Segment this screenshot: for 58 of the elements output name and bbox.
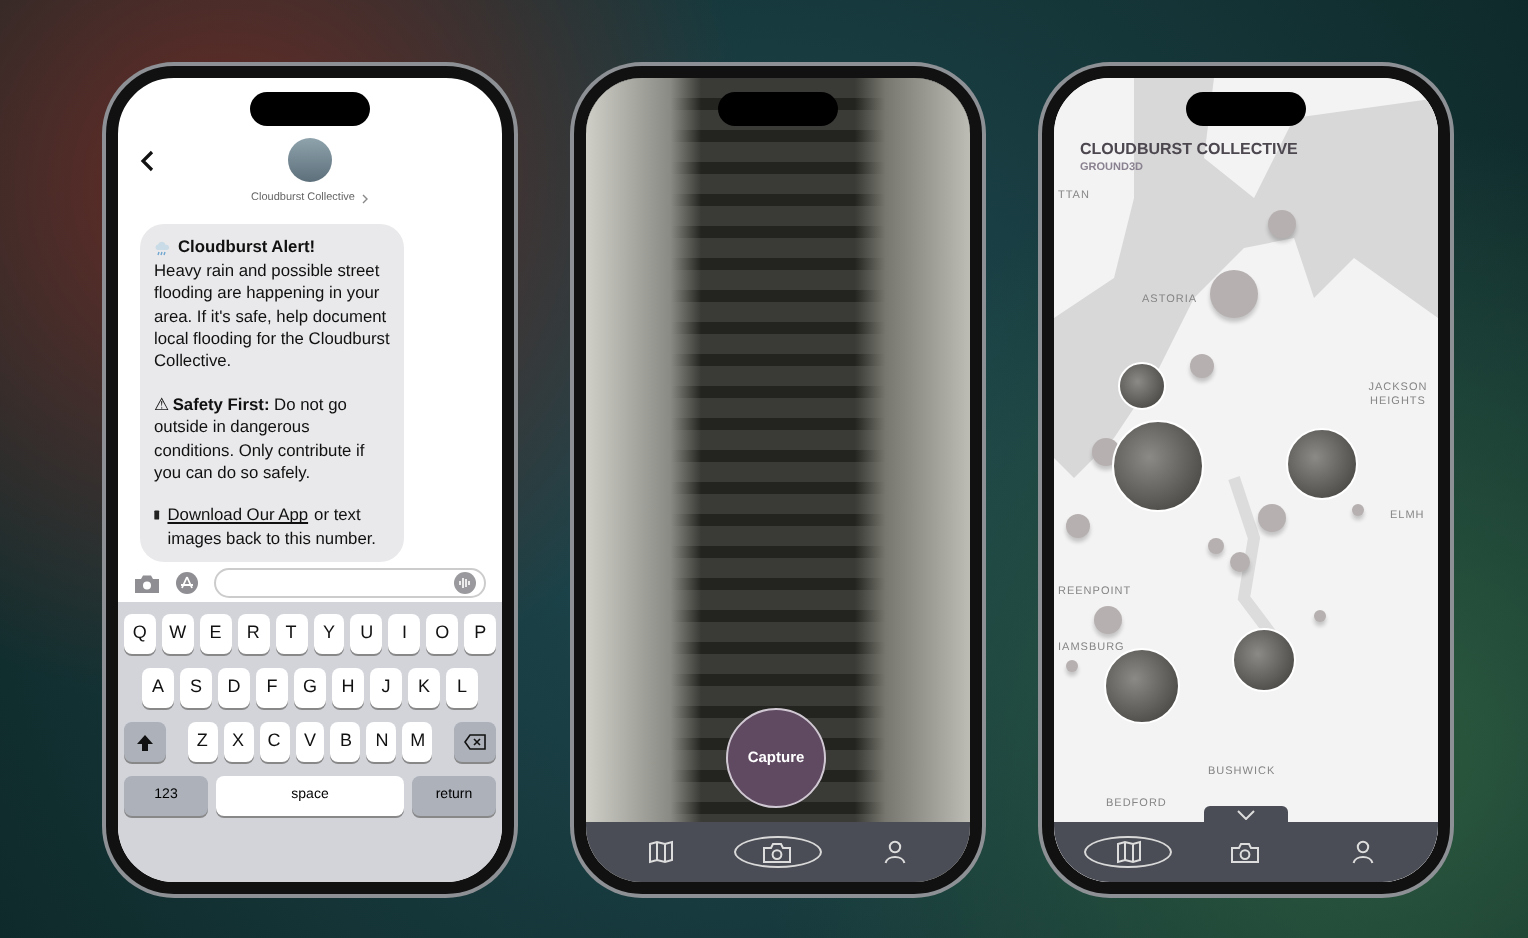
keyboard-key[interactable]: P: [464, 614, 497, 654]
message-text: Download Our App or text images back to this number.: [167, 504, 379, 551]
camera-notch: [250, 92, 370, 126]
keyboard-key[interactable]: C: [259, 722, 290, 762]
safety-text: ⚠ Safety First: Do not go outside in dangerous conditions. Only contribute if you can do so safely.: [154, 393, 367, 485]
camera-icon: [762, 841, 793, 863]
keyboard-key[interactable]: Z: [187, 722, 218, 762]
keyboard-key[interactable]: F: [256, 668, 288, 708]
tab-button[interactable]: [1084, 836, 1173, 868]
camera-icon[interactable]: [134, 573, 160, 593]
keyboard-key[interactable]: L: [446, 668, 478, 708]
download-link[interactable]: Download Our App: [167, 504, 309, 525]
app-store-icon[interactable]: [176, 572, 198, 594]
audio-icon[interactable]: [454, 572, 476, 594]
avatar: [288, 138, 332, 182]
message-text: Heavy rain and possible street flooding are happening in your area. If it's safe, help document local flooding for the Cloudburst Collective.: [154, 259, 390, 374]
keyboard-key[interactable]: I: [388, 614, 421, 654]
keyboard-key[interactable]: X: [223, 722, 254, 762]
keyboard-key[interactable]: A: [142, 668, 174, 708]
keyboard-key[interactable]: Q: [123, 614, 156, 654]
chevron-icon: [362, 193, 369, 204]
keyboard-key[interactable]: K: [408, 668, 440, 708]
keyboard-key[interactable]: R: [237, 614, 270, 654]
keyboard-key[interactable]: H: [332, 668, 364, 708]
keyboard-key[interactable]: E: [199, 614, 232, 654]
keyboard-key[interactable]: O: [426, 614, 459, 654]
backspace-key[interactable]: [454, 722, 496, 762]
person-icon: [884, 840, 907, 864]
alert-title: Cloudburst Alert!: [178, 236, 316, 260]
keyboard-key[interactable]: D: [218, 668, 250, 708]
keyboard-key[interactable]: B: [330, 722, 361, 762]
keyboard-key[interactable]: Y: [313, 614, 345, 654]
keyboard-key[interactable]: S: [180, 668, 212, 708]
camera-icon: [1230, 841, 1261, 863]
keyboard-key[interactable]: N: [366, 722, 397, 762]
phone-icon: [154, 506, 160, 525]
backspace-icon: [464, 734, 487, 750]
keyboard-key[interactable]: J: [370, 668, 402, 708]
message-input[interactable]: [214, 568, 486, 598]
map-icon: [1115, 840, 1142, 864]
cloud-icon: [154, 239, 170, 256]
map-icon: [647, 840, 674, 864]
camera-notch: [1186, 92, 1306, 126]
camera-notch: [718, 92, 838, 126]
keyboard-key[interactable]: W: [161, 614, 194, 654]
keyboard-key[interactable]: V: [295, 722, 325, 762]
keyboard-key[interactable]: T: [275, 614, 307, 654]
person-icon: [1352, 840, 1375, 864]
shift-icon: [135, 733, 154, 751]
shift-key[interactable]: [124, 722, 166, 762]
chevron-down-icon: [1236, 809, 1256, 819]
tab-button[interactable]: [733, 836, 822, 868]
keyboard-key[interactable]: M: [402, 722, 433, 762]
back-icon[interactable]: [140, 150, 154, 172]
collapse-tab[interactable]: [1204, 806, 1288, 822]
app-title: CLOUDBURST COLLECTIVE: [1080, 138, 1298, 162]
keyboard-key[interactable]: G: [294, 668, 326, 708]
keyboard-key[interactable]: U: [350, 614, 383, 654]
